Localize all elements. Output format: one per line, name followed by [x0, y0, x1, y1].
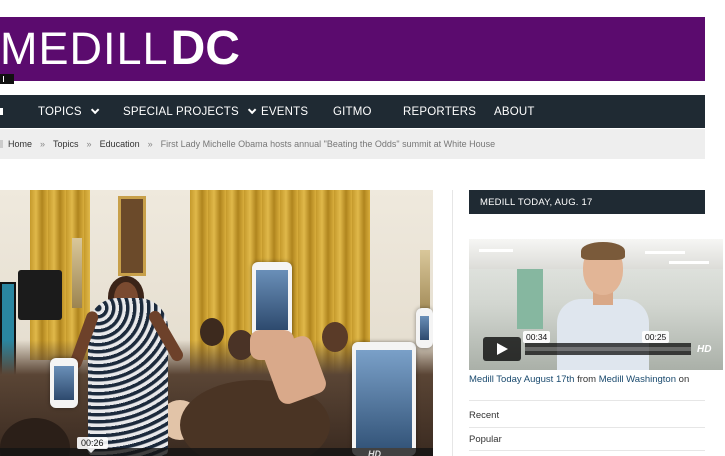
- breadcrumb-topics[interactable]: Topics: [53, 139, 79, 149]
- nav-item-label: SPECIAL PROJECTS: [123, 105, 239, 118]
- breadcrumb: Home » Topics » Education » First Lady M…: [0, 129, 705, 159]
- breadcrumb-separator: »: [147, 139, 153, 149]
- sidebar-video-light: [479, 249, 513, 252]
- column-divider: [452, 190, 453, 456]
- video-time-tooltip: 00:26: [77, 437, 108, 453]
- sidebar-video-hair: [581, 242, 625, 260]
- sidebar-video-caption: Medill Today August 17th from Medill Was…: [469, 374, 689, 385]
- sidebar-video-time-hover: 00:25: [642, 331, 670, 343]
- video-speaker: [18, 270, 62, 320]
- video-phone: [352, 342, 416, 456]
- sidebar-widget-title: MEDILL TODAY, AUG. 17: [469, 190, 705, 214]
- chevron-down-icon: [90, 105, 100, 114]
- breadcrumb-edge: [0, 140, 3, 148]
- hd-toggle-button[interactable]: HD: [368, 449, 381, 456]
- video-phone: [416, 308, 433, 348]
- main-nav: TOPICS SPECIAL PROJECTS EVENTS GITMO REP…: [0, 95, 705, 128]
- page: MEDILL DC TOPICS SPECIAL PROJECTS EVENTS…: [0, 0, 725, 456]
- tab-popular[interactable]: Popular: [469, 434, 502, 445]
- video-phone: [50, 358, 78, 408]
- video-source-link[interactable]: Medill Washington: [599, 374, 676, 385]
- breadcrumb-current: First Lady Michelle Obama hosts annual "…: [160, 139, 496, 149]
- sidebar-video-shirt: [557, 299, 649, 370]
- nav-item-label: EVENTS: [261, 105, 309, 118]
- sidebar-video-progress[interactable]: [525, 347, 691, 351]
- site-logo[interactable]: MEDILL DC: [0, 25, 240, 73]
- breadcrumb-separator: »: [40, 139, 46, 149]
- caption-from-text: from: [577, 374, 597, 385]
- logo-dc-text: DC: [170, 22, 240, 75]
- sidebar-video-time-current: 00:34: [523, 331, 551, 343]
- sidebar-video-light: [669, 261, 709, 264]
- play-button[interactable]: [483, 337, 521, 361]
- main-video-player[interactable]: [0, 190, 433, 456]
- sidebar-divider: [469, 400, 705, 401]
- nav-item-label: ABOUT: [494, 105, 535, 118]
- breadcrumb-separator: »: [86, 139, 92, 149]
- tab-recent[interactable]: Recent: [469, 410, 499, 421]
- nav-item-about[interactable]: ABOUT: [494, 95, 535, 128]
- nav-item-special-projects[interactable]: SPECIAL PROJECTS: [123, 95, 257, 128]
- sidebar-video-player[interactable]: 00:34 00:25 HD: [469, 239, 723, 370]
- video-audience-head: [200, 318, 224, 346]
- nav-item-label: TOPICS: [38, 105, 82, 118]
- video-audience-head: [322, 322, 348, 352]
- video-title-link[interactable]: Medill Today August 17th: [469, 374, 574, 385]
- sidebar-video-light: [645, 251, 685, 254]
- menu-tab-icon[interactable]: [0, 74, 14, 84]
- video-sconce: [72, 238, 82, 308]
- breadcrumb-home[interactable]: Home: [8, 139, 32, 149]
- nav-item-label: REPORTERS: [403, 105, 477, 118]
- sidebar-divider: [469, 427, 705, 428]
- nav-item-gitmo[interactable]: GITMO: [333, 95, 372, 128]
- nav-item-label: GITMO: [333, 105, 372, 118]
- caption-on-text: on: [678, 374, 690, 385]
- nav-edge-marker: [0, 108, 3, 115]
- nav-item-topics[interactable]: TOPICS: [38, 95, 100, 128]
- breadcrumb-education[interactable]: Education: [100, 139, 140, 149]
- nav-item-reporters[interactable]: REPORTERS: [403, 95, 476, 128]
- site-header-banner: MEDILL DC: [0, 17, 705, 81]
- sidebar-video-wall: [517, 269, 543, 329]
- chevron-down-icon: [247, 105, 257, 114]
- sidebar-divider: [469, 450, 705, 451]
- video-phone: [252, 262, 292, 338]
- logo-medill-text: MEDILL: [0, 23, 169, 74]
- video-portrait: [118, 196, 146, 276]
- hd-toggle-button[interactable]: HD: [697, 344, 711, 355]
- nav-item-events[interactable]: EVENTS: [261, 95, 308, 128]
